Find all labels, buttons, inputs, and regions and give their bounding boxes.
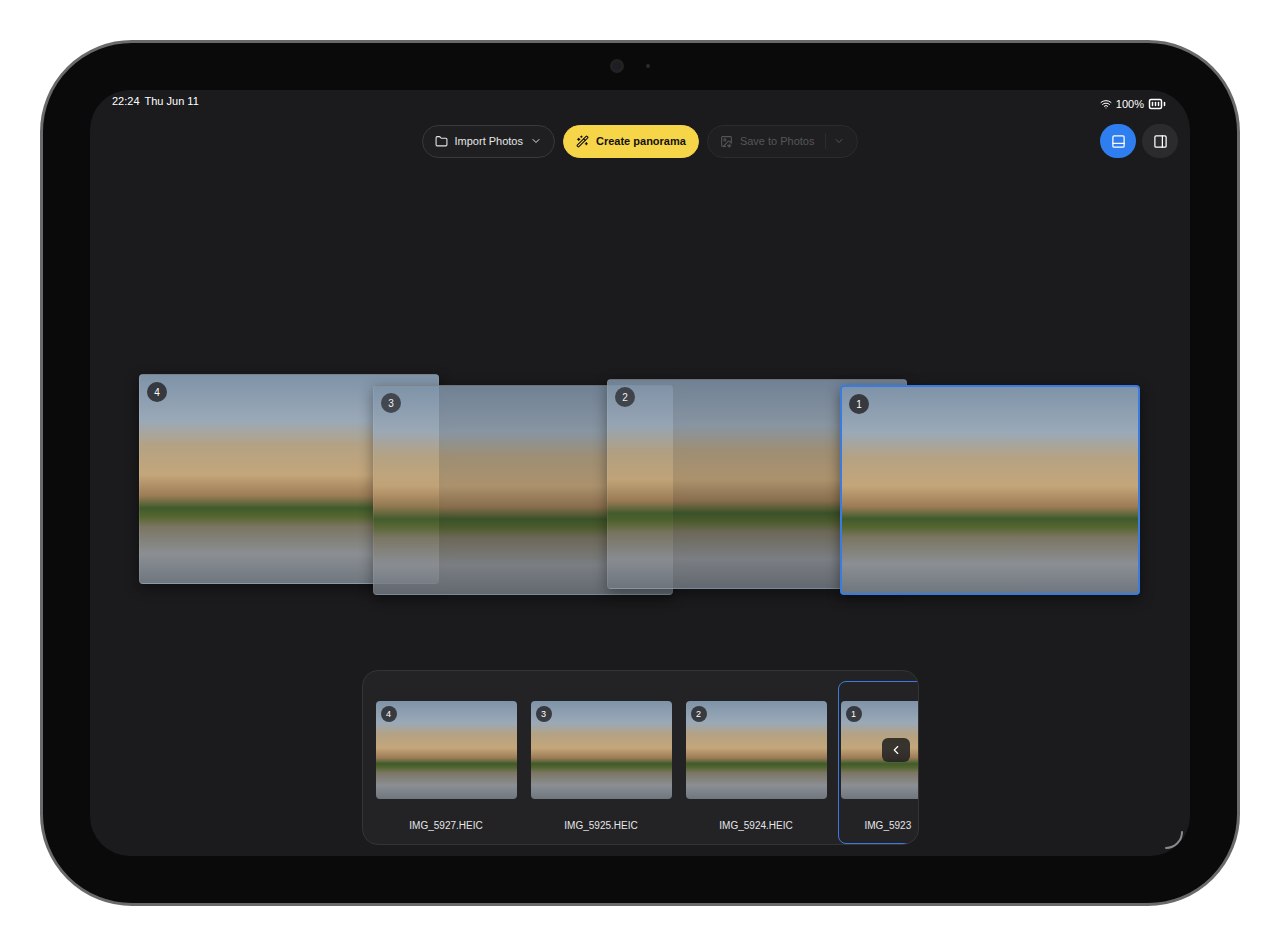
strip-area: 4 IMG_5927.HEIC 3 IMG_5925.HEIC 2 IMG_5924.HE… [90, 670, 1190, 856]
thumbnail: 2 [686, 701, 827, 799]
thumbnail-badge: 3 [536, 706, 552, 722]
thumbnail-badge: 4 [381, 706, 397, 722]
panel-bottom-icon [1111, 134, 1126, 149]
photo-strip: 4 IMG_5927.HEIC 3 IMG_5925.HEIC 2 IMG_5924.HE… [362, 670, 919, 845]
battery-icon [1148, 95, 1166, 113]
status-bar: 22:24 Thu Jun 11 100% [90, 90, 1190, 120]
page: 22:24 Thu Jun 11 100% Import PhotosCreate p… [0, 0, 1280, 946]
collapse-button[interactable] [882, 738, 910, 762]
photo-tile[interactable]: 1 [840, 385, 1140, 595]
resize-corner-icon[interactable] [1164, 830, 1184, 850]
toolbar-buttons: Import PhotosCreate panoramaSave to Phot… [422, 125, 859, 158]
strip-item[interactable]: 2 IMG_5924.HEIC [683, 681, 830, 844]
toolbar-button[interactable]: Create panorama [563, 125, 699, 158]
battery-level: 100% [1116, 98, 1144, 110]
photo-badge: 1 [849, 394, 869, 414]
toolbar: Import PhotosCreate panoramaSave to Phot… [90, 124, 1190, 158]
wifi-icon [1100, 98, 1112, 110]
camera-sensor [646, 64, 650, 68]
screen: 22:24 Thu Jun 11 100% Import PhotosCreate p… [90, 90, 1190, 856]
thumbnail: 1 [841, 701, 919, 799]
photo-badge: 3 [381, 393, 401, 413]
strip-item[interactable]: 4 IMG_5927.HEIC [373, 681, 520, 844]
file-name: IMG_5924.HEIC [686, 820, 827, 834]
status-left: 22:24 Thu Jun 11 [112, 95, 199, 107]
panel-right-icon [1153, 134, 1168, 149]
photo-badge: 4 [147, 382, 167, 402]
status-date: Thu Jun 11 [145, 95, 199, 107]
chevron-left-icon [889, 743, 903, 757]
folder-icon [435, 135, 448, 148]
thumbnail-badge: 1 [846, 706, 862, 722]
strip-item[interactable]: 1 IMG_5923 [838, 681, 919, 844]
chevron-down-icon [530, 135, 542, 147]
file-name: IMG_5923 [841, 820, 919, 834]
camera [610, 59, 650, 73]
thumbnail-badge: 2 [691, 706, 707, 722]
divider [825, 133, 826, 149]
status-time: 22:24 [112, 95, 140, 107]
view-toggle-button[interactable] [1100, 124, 1136, 158]
ipad-frame: 22:24 Thu Jun 11 100% Import PhotosCreate p… [40, 40, 1240, 906]
camera-lens [610, 59, 624, 73]
wand-icon [576, 135, 589, 148]
toolbar-button: Save to Photos [707, 125, 859, 158]
view-toggle [1100, 124, 1178, 158]
panorama-canvas: 4 3 2 1 [90, 158, 1190, 670]
thumbnail: 3 [531, 701, 672, 799]
chevron-down-icon [833, 135, 845, 147]
toolbar-button[interactable]: Import Photos [422, 125, 555, 158]
strip-item[interactable]: 3 IMG_5925.HEIC [528, 681, 675, 844]
save-image-icon [720, 135, 733, 148]
file-name: IMG_5927.HEIC [376, 820, 517, 834]
file-name: IMG_5925.HEIC [531, 820, 672, 834]
status-right: 100% [1100, 95, 1166, 113]
photo-badge: 2 [615, 387, 635, 407]
view-toggle-button[interactable] [1142, 124, 1178, 158]
thumbnail: 4 [376, 701, 517, 799]
